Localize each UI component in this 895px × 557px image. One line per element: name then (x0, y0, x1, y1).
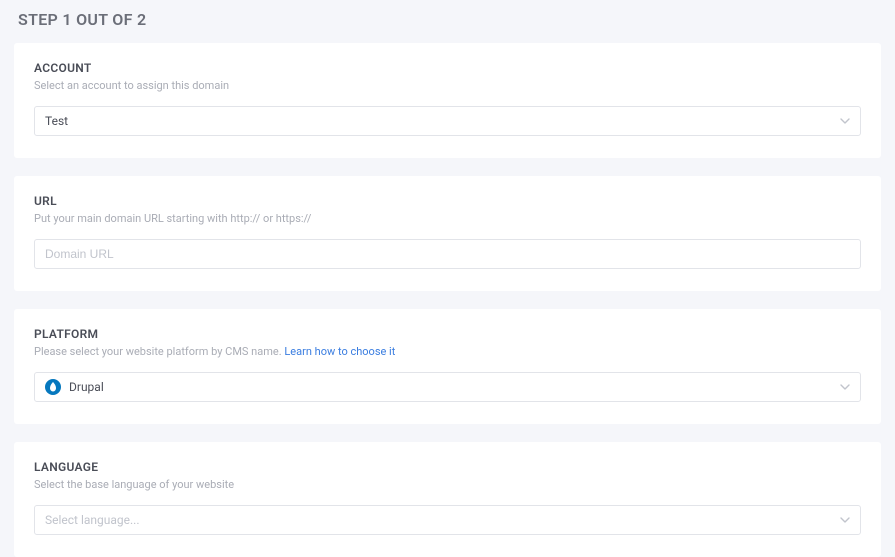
account-card: ACCOUNT Select an account to assign this… (14, 43, 881, 158)
account-select-value: Test (45, 114, 68, 128)
platform-select-value: Drupal (69, 380, 104, 394)
platform-card: PLATFORM Please select your website plat… (14, 309, 881, 424)
platform-title: PLATFORM (34, 327, 861, 341)
language-select-wrap: Select language... (34, 505, 861, 535)
account-subtitle: Select an account to assign this domain (34, 79, 861, 92)
language-title: LANGUAGE (34, 460, 861, 474)
chevron-down-icon (840, 384, 850, 390)
language-select-placeholder: Select language... (45, 513, 140, 527)
platform-subtitle: Please select your website platform by C… (34, 345, 861, 358)
language-select[interactable]: Select language... (34, 505, 861, 535)
language-card: LANGUAGE Select the base language of you… (14, 442, 881, 557)
url-input[interactable] (34, 239, 861, 269)
url-card: URL Put your main domain URL starting wi… (14, 176, 881, 291)
url-title: URL (34, 194, 861, 208)
url-subtitle: Put your main domain URL starting with h… (34, 212, 861, 225)
drupal-icon (45, 379, 61, 395)
account-title: ACCOUNT (34, 61, 861, 75)
chevron-down-icon (840, 517, 850, 523)
language-subtitle: Select the base language of your website (34, 478, 861, 491)
platform-select-wrap: Drupal (34, 372, 861, 402)
account-select[interactable]: Test (34, 106, 861, 136)
platform-learn-link[interactable]: Learn how to choose it (284, 345, 395, 358)
step-header: STEP 1 OUT OF 2 (14, 10, 881, 29)
platform-subtitle-prefix: Please select your website platform by C… (34, 345, 284, 358)
platform-select[interactable]: Drupal (34, 372, 861, 402)
account-select-wrap: Test (34, 106, 861, 136)
chevron-down-icon (840, 118, 850, 124)
